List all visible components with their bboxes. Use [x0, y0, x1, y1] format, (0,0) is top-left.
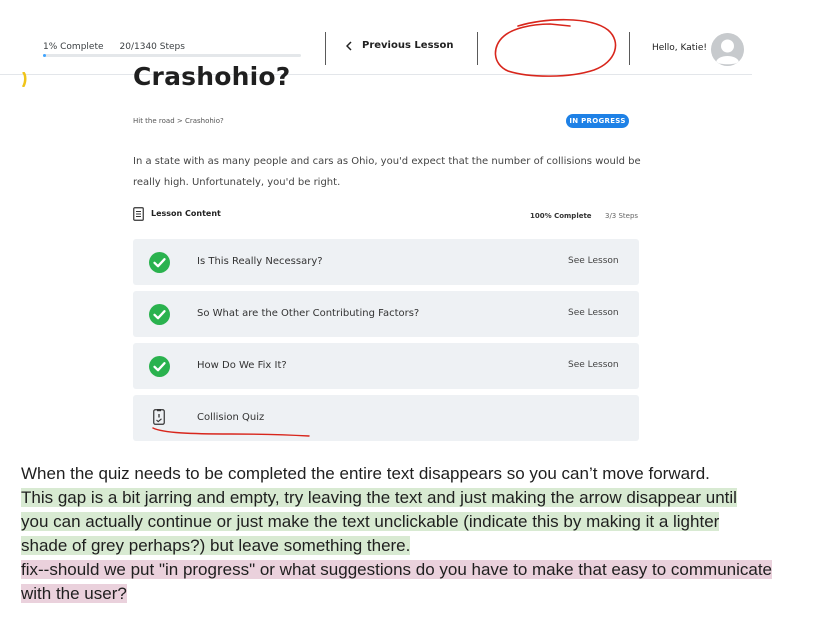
course-header: 1% Complete 20/1340 Steps Previous Lesson… [0, 0, 752, 77]
lesson-title: Crashohio? [133, 62, 291, 91]
comment-highlight-green: you can actually continue or just make t… [21, 512, 720, 531]
check-circle-icon [149, 356, 170, 377]
topic-title: Is This Really Necessary? [197, 256, 323, 267]
comment-highlight-pink: with the user? [21, 584, 127, 603]
topic-title: How Do We Fix It? [197, 360, 287, 371]
topic-row[interactable]: So What are the Other Contributing Facto… [133, 291, 639, 337]
lesson-content-complete: 100% Complete [530, 212, 592, 220]
check-circle-icon [149, 304, 170, 325]
progress-bar-fill [43, 54, 46, 57]
status-badge: IN PROGRESS [566, 114, 629, 128]
annotation-red-underline [152, 427, 310, 437]
lesson-intro: In a state with as many people and cars … [133, 156, 641, 188]
comment-line: When the quiz needs to be completed the … [21, 464, 710, 483]
progress-label: 1% Complete [43, 42, 104, 52]
previous-lesson-button[interactable]: Previous Lesson [346, 40, 453, 51]
divider [325, 32, 326, 65]
comment-highlight-green: shade of grey perhaps?) but leave someth… [21, 536, 411, 555]
divider [477, 32, 478, 65]
previous-lesson-label: Previous Lesson [362, 40, 454, 51]
see-lesson-link[interactable]: See Lesson [568, 256, 619, 266]
user-avatar-icon [711, 33, 744, 66]
see-lesson-link[interactable]: See Lesson [568, 308, 619, 318]
chevron-left-icon [346, 40, 352, 51]
course-progress-text: 1% Complete 20/1340 Steps [43, 42, 185, 52]
lesson-content-label: Lesson Content [151, 209, 221, 218]
see-lesson-link[interactable]: See Lesson [568, 360, 619, 370]
user-avatar[interactable] [711, 33, 744, 66]
progress-bar [43, 54, 301, 57]
yellow-edge-mark [22, 72, 27, 87]
topic-row[interactable]: Is This Really Necessary? See Lesson [133, 239, 639, 285]
annotation-red-circle [494, 18, 617, 77]
quiz-icon [153, 409, 165, 425]
lesson-content-header: Lesson Content 100% Complete 3/3 Steps [133, 207, 639, 224]
check-circle-icon [149, 252, 170, 273]
comment-highlight-green: This gap is a bit jarring and empty, try… [21, 488, 737, 507]
document-icon [133, 207, 144, 221]
steps-label: 20/1340 Steps [119, 42, 185, 52]
topic-row[interactable]: How Do We Fix It? See Lesson [133, 343, 639, 389]
quiz-title: Collision Quiz [197, 412, 265, 423]
divider [629, 32, 630, 65]
review-comment: When the quiz needs to be completed the … [21, 462, 801, 606]
breadcrumb[interactable]: Hit the road > Crashohio? [133, 117, 224, 125]
lesson-content-steps: 3/3 Steps [605, 212, 639, 220]
topic-title: So What are the Other Contributing Facto… [197, 308, 420, 319]
comment-highlight-pink: fix--should we put "in progress" or what… [21, 560, 773, 579]
user-greeting: Hello, Katie! [652, 43, 707, 53]
